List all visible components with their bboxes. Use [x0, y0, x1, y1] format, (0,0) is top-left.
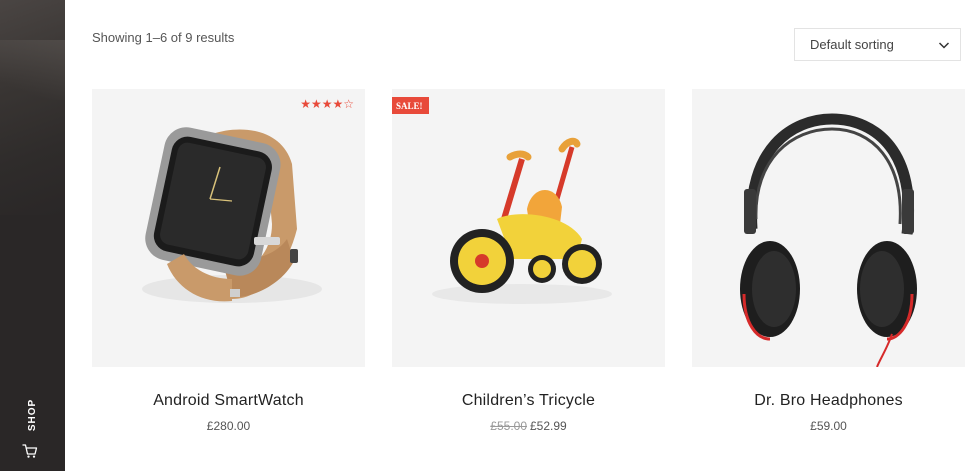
- sale-badge: SALE!: [392, 97, 429, 114]
- sidebar: SHOP: [0, 0, 65, 471]
- smartwatch-image: [142, 127, 322, 303]
- product-card[interactable]: ★★★★☆ Android SmartWatch £280.00: [92, 89, 365, 439]
- product-image[interactable]: [692, 89, 965, 367]
- product-price: £55.00 £52.99: [392, 419, 665, 433]
- cart-icon[interactable]: [22, 443, 38, 459]
- headphones-image: [740, 113, 917, 367]
- tricycle-image: [432, 137, 612, 304]
- product-card[interactable]: Dr. Bro Headphones £59.00: [692, 89, 965, 439]
- price-current: £52.99: [530, 419, 567, 433]
- product-price: £59.00: [692, 419, 965, 433]
- star-rating: ★★★★☆: [300, 97, 354, 111]
- product-title[interactable]: Children’s Tricycle: [392, 392, 665, 410]
- result-count: Showing 1–6 of 9 results: [92, 30, 235, 45]
- sort-select-value: Default sorting: [810, 37, 894, 52]
- product-price: £280.00: [92, 419, 365, 433]
- sidebar-shop-link[interactable]: SHOP: [21, 399, 43, 431]
- product-image[interactable]: SALE!: [392, 89, 665, 367]
- product-card[interactable]: SALE! Children’s Tricycle £55.00 £52.99: [392, 89, 665, 439]
- chevron-down-icon: [938, 42, 950, 49]
- price-old: £55.00: [490, 419, 527, 433]
- price-current: £280.00: [206, 419, 251, 433]
- product-image[interactable]: ★★★★☆: [92, 89, 365, 367]
- price-current: £59.00: [810, 419, 847, 433]
- sidebar-background-image: [0, 0, 65, 215]
- sort-select[interactable]: Default sorting: [794, 28, 961, 61]
- product-title[interactable]: Dr. Bro Headphones: [692, 392, 965, 410]
- product-title[interactable]: Android SmartWatch: [92, 392, 365, 410]
